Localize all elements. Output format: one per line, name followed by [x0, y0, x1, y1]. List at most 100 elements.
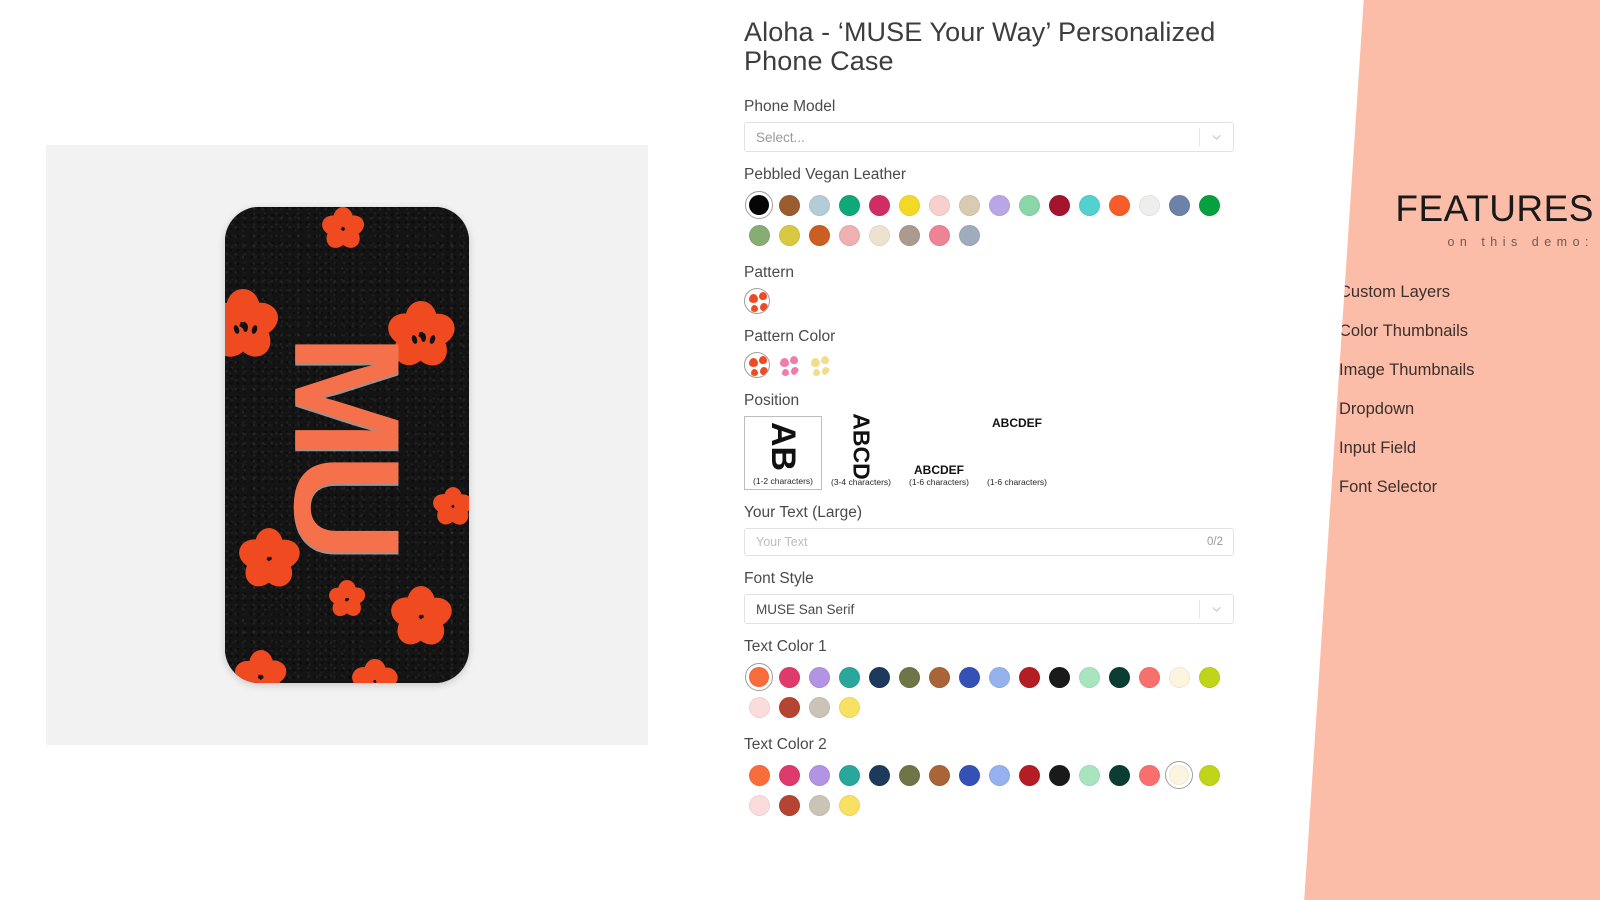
text-color-2-swatch[interactable]: [864, 760, 894, 790]
material-swatch[interactable]: [1014, 190, 1044, 220]
swatch-color-dot: [1018, 666, 1040, 688]
position-sample-text: ABCDEF: [992, 416, 1042, 431]
pattern-color-group: Pattern Color: [744, 328, 1244, 379]
text-color-1-swatch[interactable]: [1194, 662, 1224, 692]
text-color-2-swatch[interactable]: [984, 760, 1014, 790]
material-swatch[interactable]: [1194, 190, 1224, 220]
text-color-2-label: Text Color 2: [744, 736, 827, 754]
position-caption: (1-6 characters): [909, 477, 969, 488]
text-color-1-swatch[interactable]: [1074, 662, 1104, 692]
text-color-1-swatch[interactable]: [834, 662, 864, 692]
material-swatch[interactable]: [954, 220, 984, 250]
text-color-2-swatch[interactable]: [954, 760, 984, 790]
text-color-1-swatch[interactable]: [774, 692, 804, 722]
swatch-color-dot: [1018, 764, 1040, 786]
text-color-1-swatch[interactable]: [924, 662, 954, 692]
material-swatch[interactable]: [1074, 190, 1104, 220]
text-color-1-swatch[interactable]: [1134, 662, 1164, 692]
material-swatch[interactable]: [1164, 190, 1194, 220]
material-swatch[interactable]: [894, 190, 924, 220]
material-swatch[interactable]: [774, 220, 804, 250]
swatch-color-dot: [1168, 666, 1190, 688]
bullet-icon: [1324, 407, 1329, 412]
material-swatch[interactable]: [864, 190, 894, 220]
product-preview-pane: MU: [0, 0, 700, 900]
text-color-1-swatch[interactable]: [984, 662, 1014, 692]
text-color-2-swatch[interactable]: [744, 790, 774, 820]
pattern-color-thumbnail[interactable]: [806, 352, 832, 379]
position-option[interactable]: ABCD (3-4 characters): [822, 414, 900, 490]
material-swatch[interactable]: [864, 220, 894, 250]
material-swatch[interactable]: [1134, 190, 1164, 220]
phone-model-select[interactable]: Select...: [744, 122, 1234, 153]
pattern-color-thumbnail[interactable]: [744, 352, 770, 379]
text-color-2-swatch[interactable]: [1165, 761, 1193, 790]
text-color-1-swatch[interactable]: [894, 662, 924, 692]
text-color-2-swatch[interactable]: [774, 790, 804, 820]
swatch-color-dot: [1138, 666, 1160, 688]
material-swatch[interactable]: [744, 220, 774, 250]
text-color-2-swatch[interactable]: [924, 760, 954, 790]
material-swatch[interactable]: [834, 220, 864, 250]
pattern-color-thumbnail[interactable]: [775, 352, 801, 379]
swatch-color-dot: [838, 194, 860, 216]
material-swatch[interactable]: [834, 190, 864, 220]
text-color-2-swatch[interactable]: [804, 760, 834, 790]
swatch-color-dot: [988, 194, 1010, 216]
material-swatch[interactable]: [924, 220, 954, 250]
material-swatch[interactable]: [894, 220, 924, 250]
text-color-1-swatch[interactable]: [954, 662, 984, 692]
position-option[interactable]: ABCDEF (1-6 characters): [900, 416, 978, 490]
text-color-1-swatch[interactable]: [1104, 662, 1134, 692]
text-color-2-swatch[interactable]: [1074, 760, 1104, 790]
features-list: Custom Layers Color Thumbnails Image Thumb…: [1324, 283, 1594, 497]
text-color-2-swatch[interactable]: [1044, 760, 1074, 790]
text-color-2-swatch[interactable]: [834, 790, 864, 820]
position-caption: (1-6 characters): [987, 477, 1047, 488]
font-style-select[interactable]: MUSE San Serif: [744, 594, 1234, 625]
text-color-2-swatch[interactable]: [1194, 760, 1224, 790]
material-swatch[interactable]: [1044, 190, 1074, 220]
text-color-1-swatch[interactable]: [804, 692, 834, 722]
swatch-color-dot: [868, 666, 890, 688]
pattern-flower-shape: [790, 356, 798, 365]
material-swatch[interactable]: [984, 190, 1014, 220]
swatch-color-dot: [898, 224, 920, 246]
pattern-thumbnail[interactable]: [744, 288, 770, 315]
text-color-2-swatch[interactable]: [834, 760, 864, 790]
bullet-icon: [1324, 485, 1329, 490]
text-color-1-swatch[interactable]: [1044, 662, 1074, 692]
text-color-1-swatch[interactable]: [804, 662, 834, 692]
text-color-2-swatch[interactable]: [894, 760, 924, 790]
position-option[interactable]: AB (1-2 characters): [744, 416, 822, 491]
text-color-2-swatch[interactable]: [1014, 760, 1044, 790]
text-color-1-swatch[interactable]: [834, 692, 864, 722]
your-text-input[interactable]: [745, 534, 1145, 551]
swatch-color-dot: [1108, 194, 1130, 216]
text-color-1-swatch[interactable]: [774, 662, 804, 692]
text-color-1-swatch[interactable]: [864, 662, 894, 692]
text-color-2-swatch[interactable]: [744, 760, 774, 790]
text-color-2-swatch[interactable]: [804, 790, 834, 820]
material-swatch[interactable]: [804, 220, 834, 250]
material-swatch[interactable]: [924, 190, 954, 220]
pattern-flower-shape: [822, 367, 830, 376]
material-swatch[interactable]: [774, 190, 804, 220]
material-swatch[interactable]: [1104, 190, 1134, 220]
pattern-flower-shape: [751, 305, 758, 313]
position-sample: ABCD: [822, 414, 900, 480]
text-color-2-swatch[interactable]: [774, 760, 804, 790]
position-option[interactable]: ABCDEF (1-6 characters): [978, 416, 1056, 490]
text-color-1-swatch[interactable]: [744, 692, 774, 722]
text-color-2-swatch[interactable]: [1134, 760, 1164, 790]
text-color-1-swatch[interactable]: [1164, 662, 1194, 692]
text-color-1-swatch[interactable]: [745, 663, 773, 692]
swatch-color-dot: [748, 794, 770, 816]
your-text-input-wrapper[interactable]: 0/2: [744, 528, 1234, 557]
position-sample-text: ABCDEF: [914, 463, 964, 478]
material-swatch[interactable]: [745, 191, 773, 220]
text-color-2-swatch[interactable]: [1104, 760, 1134, 790]
material-swatch[interactable]: [804, 190, 834, 220]
text-color-1-swatch[interactable]: [1014, 662, 1044, 692]
material-swatch[interactable]: [954, 190, 984, 220]
